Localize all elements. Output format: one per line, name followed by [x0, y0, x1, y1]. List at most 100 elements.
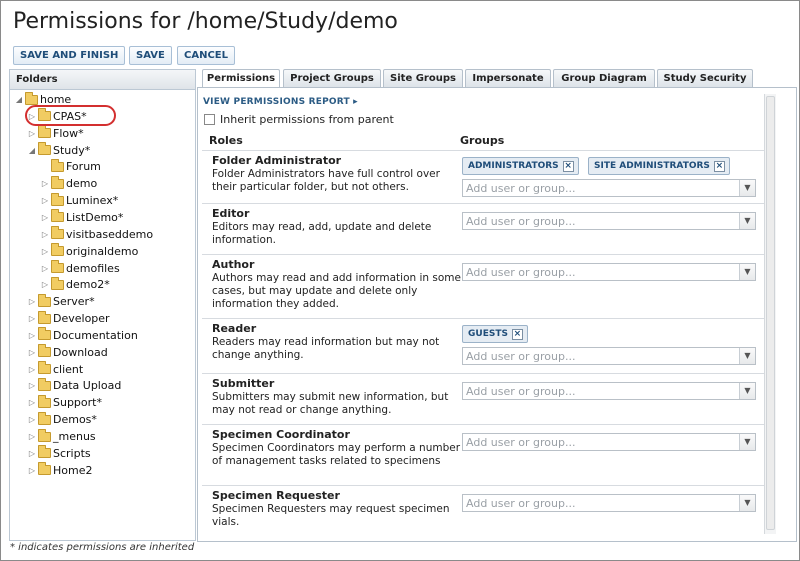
folder-item[interactable]: ▷ Luminex*: [40, 192, 118, 209]
folder-label: Home2: [53, 463, 93, 477]
add-user-or-group-input[interactable]: [463, 383, 739, 399]
folder-item[interactable]: ◢ Study*: [27, 142, 90, 159]
folder-item[interactable]: ▷ Developer: [27, 310, 110, 327]
folder-item[interactable]: ▷ _menus: [27, 428, 96, 445]
expand-arrow-icon[interactable]: ▷: [40, 247, 50, 256]
remove-group-icon[interactable]: ×: [713, 160, 725, 172]
add-user-or-group-combo[interactable]: ▼: [462, 382, 756, 400]
add-user-or-group-combo[interactable]: ▼: [462, 494, 756, 512]
expand-arrow-icon[interactable]: ▷: [27, 129, 37, 138]
add-user-or-group-input[interactable]: [463, 348, 739, 364]
group-tag-label: ADMINISTRATORS: [468, 161, 559, 171]
chevron-down-icon[interactable]: ▼: [739, 348, 755, 364]
folder-icon: [38, 394, 51, 408]
expand-arrow-icon[interactable]: ▷: [27, 365, 37, 374]
folder-item[interactable]: ▷ Demos*: [27, 411, 97, 428]
chevron-down-icon[interactable]: ▼: [739, 495, 755, 511]
expand-arrow-icon[interactable]: ▷: [40, 264, 50, 273]
add-user-or-group-combo[interactable]: ▼: [462, 347, 756, 365]
folder-item[interactable]: ▷ client: [27, 361, 83, 378]
folder-label: originaldemo: [66, 244, 139, 258]
folder-label: Forum: [66, 160, 101, 174]
role-row: Submitter Submitters may submit new infor…: [202, 373, 767, 424]
view-permissions-report-label: VIEW PERMISSIONS REPORT: [203, 97, 350, 107]
folder-item[interactable]: ▷ Home2: [27, 462, 92, 479]
scrollbar-thumb[interactable]: [766, 96, 775, 530]
folder-icon: [51, 158, 64, 172]
expand-arrow-icon[interactable]: ▷: [40, 179, 50, 188]
expand-arrow-icon[interactable]: ▷: [27, 466, 37, 475]
expand-arrow-icon[interactable]: ▷: [40, 280, 50, 289]
folder-item[interactable]: ▷ demo2*: [40, 276, 110, 293]
expand-arrow-icon[interactable]: ▷: [27, 398, 37, 407]
expand-arrow-icon[interactable]: ▷: [40, 213, 50, 222]
role-description: Folder Administrators have full control …: [212, 168, 440, 193]
permissions-panel: VIEW PERMISSIONS REPORT ▸ Inherit permis…: [197, 87, 797, 542]
expand-arrow-icon[interactable]: ▷: [27, 415, 37, 424]
view-permissions-report-link[interactable]: VIEW PERMISSIONS REPORT ▸: [203, 97, 358, 107]
folder-icon: [38, 361, 51, 375]
inherit-permissions-checkbox[interactable]: [204, 114, 215, 125]
folder-label: Study*: [53, 143, 91, 157]
chevron-down-icon[interactable]: ▼: [739, 180, 755, 196]
folder-item[interactable]: ▷ demo: [40, 175, 97, 192]
expand-arrow-icon[interactable]: ▷: [27, 297, 37, 306]
tab-site-groups[interactable]: Site Groups: [383, 69, 463, 87]
add-user-or-group-input[interactable]: [463, 434, 739, 450]
add-user-or-group-input[interactable]: [463, 495, 739, 511]
folder-icon: [51, 192, 64, 206]
chevron-down-icon[interactable]: ▼: [739, 434, 755, 450]
add-user-or-group-input[interactable]: [463, 180, 739, 196]
folder-icon: [38, 293, 51, 307]
save-button[interactable]: SAVE: [129, 46, 172, 65]
expand-arrow-icon[interactable]: ▷: [27, 432, 37, 441]
folder-item[interactable]: ▷ Documentation: [27, 327, 138, 344]
cancel-button[interactable]: CANCEL: [177, 46, 235, 65]
chevron-down-icon[interactable]: ▼: [739, 264, 755, 280]
folder-item[interactable]: ▷ Scripts: [27, 445, 91, 462]
role-name: Folder Administrator: [212, 154, 342, 167]
chevron-down-icon[interactable]: ▼: [739, 213, 755, 229]
tab-study-security[interactable]: Study Security: [657, 69, 753, 87]
folder-item[interactable]: ▷ Server*: [27, 293, 95, 310]
add-user-or-group-input[interactable]: [463, 264, 739, 280]
folder-item[interactable]: ▷ Data Upload: [27, 377, 121, 394]
folder-label: demo: [66, 177, 98, 191]
folder-item[interactable]: ▷ Support*: [27, 394, 102, 411]
expand-arrow-icon[interactable]: ▷: [27, 348, 37, 357]
expand-arrow-icon[interactable]: ▷: [27, 314, 37, 323]
role-description: Editors may read, add, update and delete…: [212, 221, 432, 246]
tab-project-groups[interactable]: Project Groups: [283, 69, 381, 87]
chevron-right-icon: ▸: [353, 97, 358, 107]
folder-item[interactable]: ▷ demofiles: [40, 260, 120, 277]
folder-item[interactable]: ▷ visitbaseddemo: [40, 226, 153, 243]
expand-arrow-icon[interactable]: ▷: [40, 230, 50, 239]
tab-impersonate[interactable]: Impersonate: [465, 69, 551, 87]
collapse-arrow-icon[interactable]: ◢: [27, 146, 37, 155]
folder-item[interactable]: ▷ Flow*: [27, 125, 84, 142]
expand-arrow-icon[interactable]: ▷: [27, 449, 37, 458]
expand-arrow-icon[interactable]: ▷: [27, 331, 37, 340]
expand-arrow-icon[interactable]: ▷: [27, 381, 37, 390]
remove-group-icon[interactable]: ×: [511, 328, 523, 340]
folder-item[interactable]: ▷ originaldemo: [40, 243, 138, 260]
scrollbar[interactable]: [764, 94, 776, 534]
expand-arrow-icon[interactable]: ▷: [40, 196, 50, 205]
collapse-arrow-icon[interactable]: ◢: [14, 95, 24, 104]
add-user-or-group-combo[interactable]: ▼: [462, 263, 756, 281]
tab-permissions[interactable]: Permissions: [202, 69, 280, 88]
add-user-or-group-combo[interactable]: ▼: [462, 433, 756, 451]
chevron-down-icon[interactable]: ▼: [739, 383, 755, 399]
remove-group-icon[interactable]: ×: [562, 160, 574, 172]
folder-item[interactable]: ▷ ListDemo*: [40, 209, 123, 226]
folder-item[interactable]: Forum: [40, 158, 101, 175]
folder-label: ListDemo*: [66, 210, 124, 224]
save-and-finish-button[interactable]: SAVE AND FINISH: [13, 46, 126, 65]
tab-group-diagram[interactable]: Group Diagram: [553, 69, 655, 87]
add-user-or-group-input[interactable]: [463, 213, 739, 229]
group-tag: SITE ADMINISTRATORS ×: [588, 157, 730, 175]
folder-item[interactable]: ▷ Download: [27, 344, 108, 361]
add-user-or-group-combo[interactable]: ▼: [462, 212, 756, 230]
add-user-or-group-combo[interactable]: ▼: [462, 179, 756, 197]
inherit-permissions-option[interactable]: Inherit permissions from parent: [204, 113, 394, 126]
